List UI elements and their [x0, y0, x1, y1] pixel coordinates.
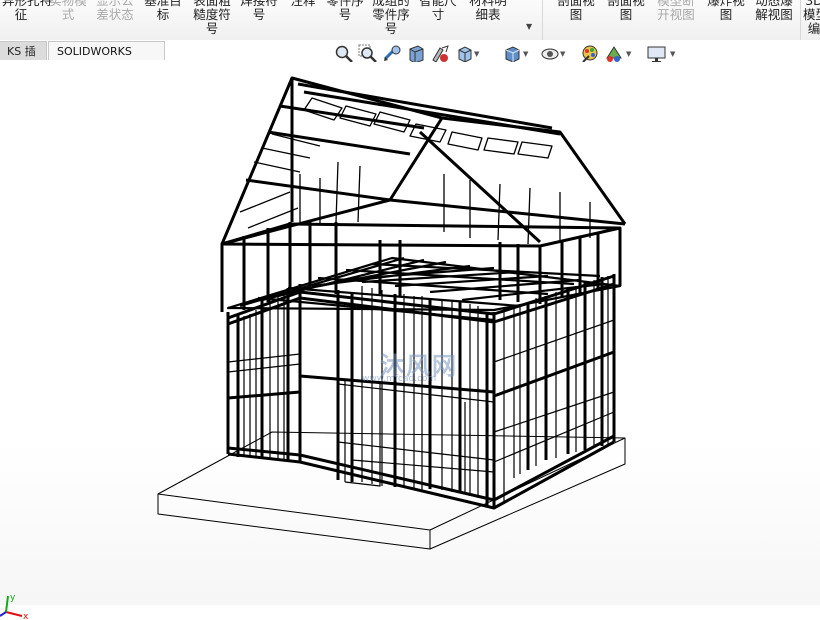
chevron-down-icon[interactable]: ▼: [670, 50, 675, 58]
ribbon-button-broken-view[interactable]: 模型断 开视图: [652, 0, 700, 22]
ribbon-button-3d-model[interactable]: 3D 模型 编: [803, 0, 820, 36]
graphics-viewport[interactable]: 沐风网 www.mfcad.com x y: [0, 62, 820, 620]
greenhouse-wireframe-model: [157, 76, 627, 550]
ribbon-button-bom[interactable]: 材料明 细表: [465, 0, 511, 22]
ribbon-dropdown-arrow[interactable]: ▼: [526, 22, 532, 31]
ribbon-button-stacked-balloon[interactable]: 成组的 零件序 号: [369, 0, 413, 36]
ribbon-button-weld-symbol[interactable]: 焊接符 号: [238, 0, 280, 22]
tab-solidworks-mbd[interactable]: SOLIDWORKS MBD: [48, 41, 165, 77]
ribbon-button-animated-explode[interactable]: 动态爆 解视图: [752, 0, 796, 22]
chevron-down-icon[interactable]: ▼: [626, 50, 631, 58]
ribbon-button-exploded-view[interactable]: 爆炸视 图: [704, 0, 748, 22]
watermark-url: www.mfcad.com: [362, 374, 437, 384]
reference-triad-icon[interactable]: x y: [0, 590, 34, 620]
ribbon-button-solid-mode[interactable]: 实物模 式: [46, 0, 90, 22]
ribbon-separator: [800, 0, 801, 40]
chevron-down-icon[interactable]: ▼: [523, 50, 528, 58]
ribbon-button-hole-feature[interactable]: 异形孔特 征: [2, 0, 52, 22]
ribbon-button-section-view[interactable]: 剖面视 图: [552, 0, 600, 22]
ribbon-button-balloon[interactable]: 零件序 号: [325, 0, 365, 22]
ribbon-button-smart-dimension[interactable]: 智能尺 寸: [417, 0, 459, 22]
ribbon-button-datum-target[interactable]: 基准目 标: [142, 0, 184, 22]
ribbon-button-surface-finish[interactable]: 表面粗 糙度符 号: [190, 0, 234, 36]
chevron-down-icon[interactable]: ▼: [474, 50, 479, 58]
roof-frame: [220, 76, 627, 246]
ribbon-button-tolerance-status[interactable]: 显示公 差状态: [94, 0, 136, 22]
ribbon-separator: [542, 0, 543, 40]
ribbon-button-section-view-2[interactable]: 剖面视 图: [604, 0, 648, 22]
chevron-down-icon[interactable]: ▼: [560, 50, 565, 58]
triad-x-label: x: [23, 612, 29, 620]
triad-y-label: y: [10, 593, 16, 603]
tab-ks-addins[interactable]: KS 插件: [0, 41, 47, 77]
command-manager-ribbon: 异形孔特 征 实物模 式 显示公 差状态 基准目 标 表面粗 糙度符 号 焊接符…: [0, 0, 820, 41]
ribbon-button-note[interactable]: 注释: [284, 0, 322, 22]
